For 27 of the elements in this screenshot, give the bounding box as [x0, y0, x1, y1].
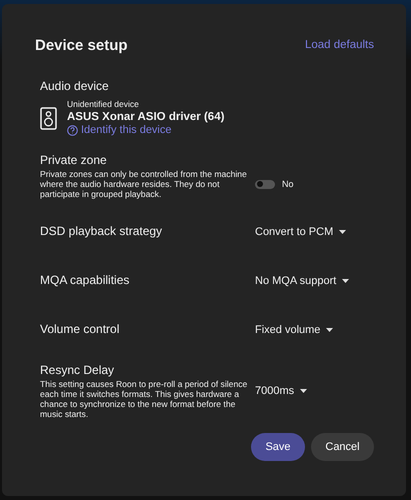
caret-icon: [300, 389, 308, 393]
setting-description: Private zones can only be controlled from the machine where the audio hardware resides. They do not participate in grouped playback.: [40, 169, 248, 199]
cancel-button[interactable]: Cancel: [311, 433, 374, 461]
dialog-title: Device setup: [35, 36, 128, 54]
setting-label: MQA capabilities: [40, 273, 130, 288]
setting-label: Volume control: [40, 322, 120, 337]
dropdown[interactable]: Convert to PCM: [255, 226, 346, 238]
setting-label: DSD playback strategy: [40, 224, 164, 239]
setting-label: Resync Delay: [40, 363, 116, 378]
speaker-icon: [40, 106, 57, 130]
dropdown[interactable]: 7000ms: [255, 385, 308, 397]
save-button[interactable]: Save: [251, 433, 305, 461]
caret-icon: [339, 230, 346, 234]
setting-label: Private zone: [40, 153, 108, 168]
device-status: Unidentified device: [67, 99, 140, 110]
toggle-switch[interactable]: [255, 180, 275, 188]
dropdown[interactable]: Fixed volume: [255, 324, 334, 336]
setting-description: This setting causes Roon to pre-roll a period of silence each time it switches formats. This gives hardware a chance to synchronize to the new format before the music starts.: [40, 379, 248, 419]
caret-icon: [326, 328, 334, 332]
identify-device-link[interactable]: Identify this device: [67, 124, 224, 137]
toggle-value: No: [282, 179, 294, 189]
device-name: ASUS Xonar ASIO driver (64): [67, 110, 224, 124]
caret-icon: [342, 278, 350, 282]
help-icon: [67, 125, 78, 136]
load-defaults-link[interactable]: Load defaults: [304, 39, 374, 51]
section-label: Audio device: [40, 79, 110, 94]
dropdown[interactable]: No MQA support: [255, 274, 350, 286]
